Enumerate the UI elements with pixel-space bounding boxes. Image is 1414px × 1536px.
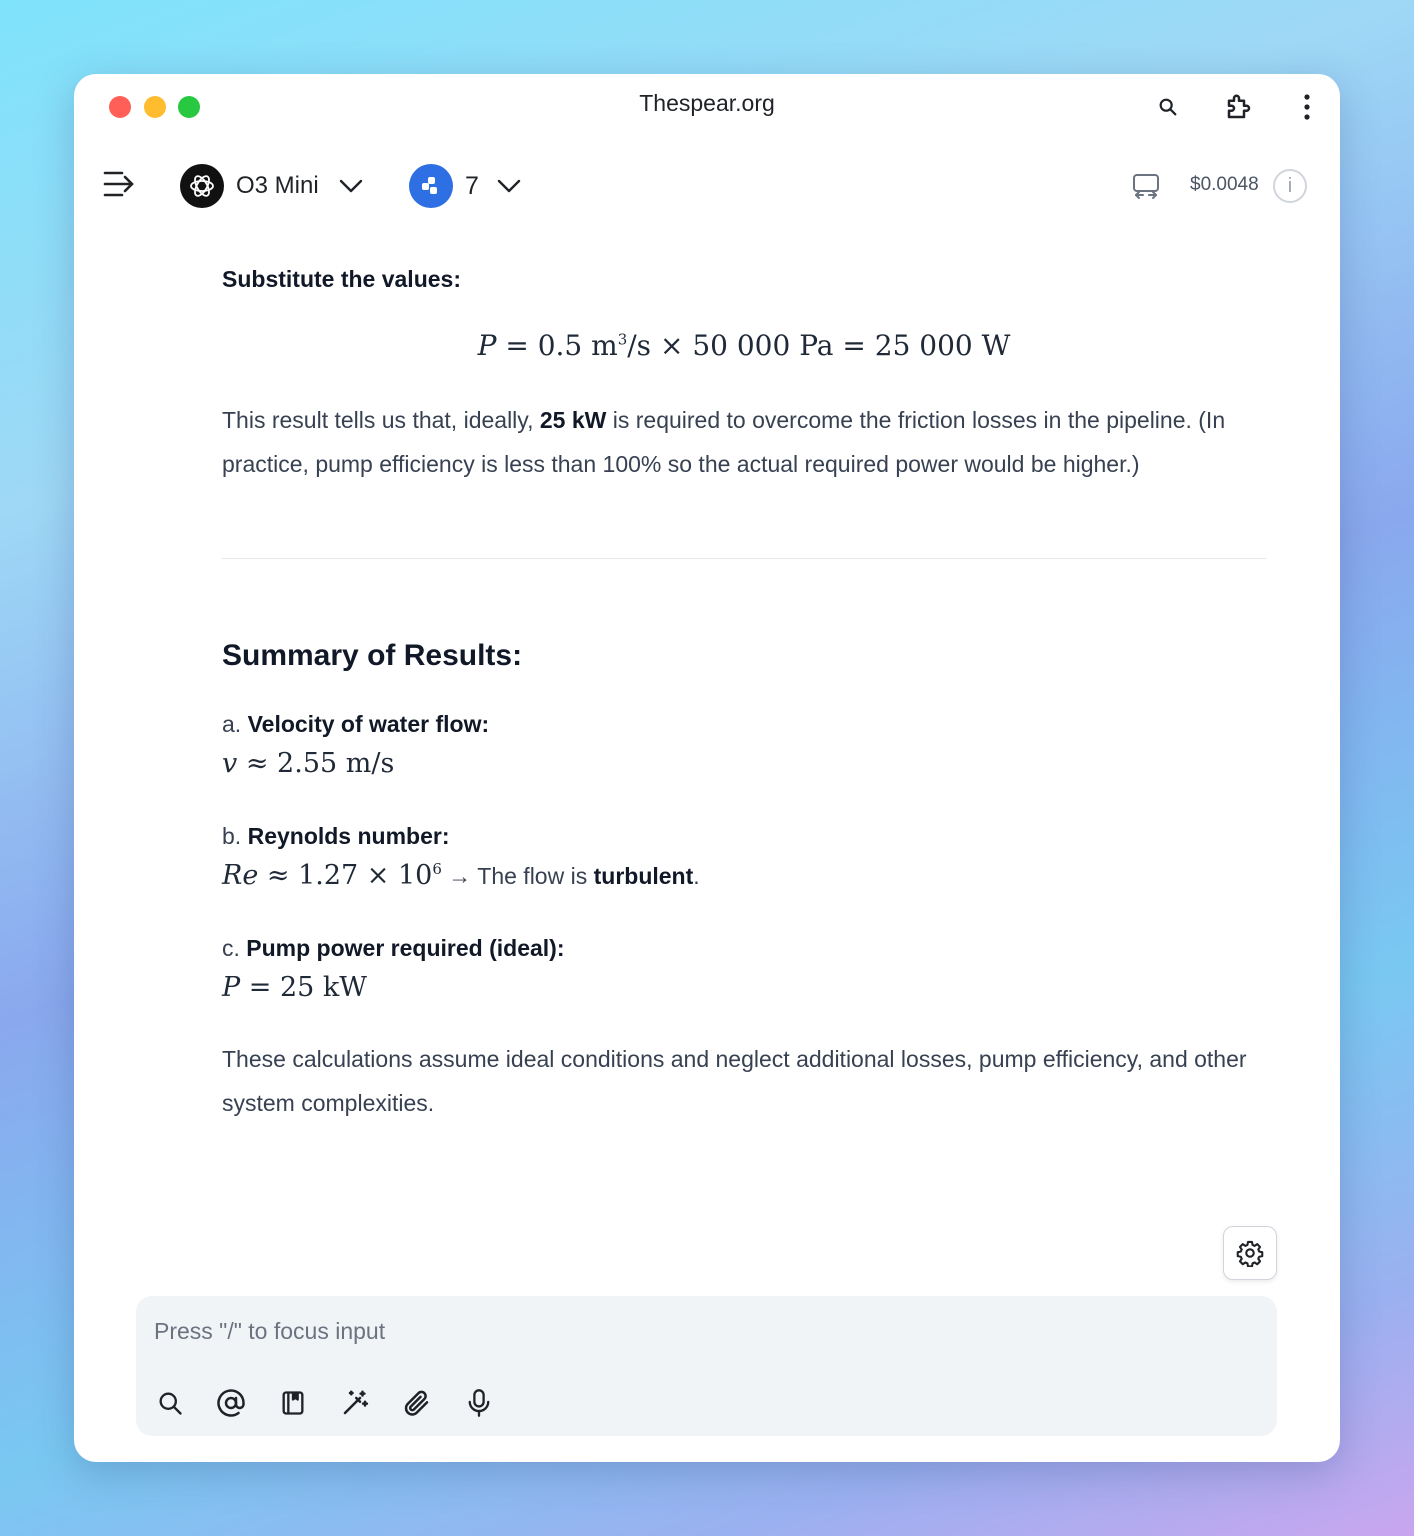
search-icon[interactable] xyxy=(1151,90,1185,124)
magic-wand-icon[interactable] xyxy=(338,1386,372,1420)
sidebar-toggle-icon[interactable] xyxy=(102,169,136,199)
settings-button[interactable] xyxy=(1223,1226,1277,1280)
cost-label: $0.0048 xyxy=(1190,174,1259,196)
eq-result: 25 000 W xyxy=(874,329,1011,362)
math-variable: P xyxy=(222,972,241,1003)
closing-paragraph: These calculations assume ideal conditio… xyxy=(222,1046,1247,1116)
eq-equals: = xyxy=(505,329,529,362)
cost-value: $0.0048 xyxy=(1190,174,1259,195)
attachment-icon[interactable] xyxy=(400,1386,434,1420)
math-variable: Re xyxy=(222,860,259,891)
summary-item-label: c. Pump power required (ideal): xyxy=(222,935,1266,962)
input-placeholder: Press "/" to focus input xyxy=(154,1318,386,1344)
math-exponent: 6 xyxy=(432,860,442,878)
eq-flow-exponent: 3 xyxy=(617,330,628,349)
eq-equals: = xyxy=(842,329,866,362)
chevron-down-icon xyxy=(497,179,521,193)
plugin-count: 7 xyxy=(465,171,479,200)
search-icon[interactable] xyxy=(153,1386,187,1420)
result-paragraph: This result tells us that, ideally, 25 k… xyxy=(222,398,1266,486)
title-bar: Thespear.org xyxy=(74,74,1340,138)
summary-item-math: v ≈ 2.55 m/s xyxy=(222,748,1266,779)
summary-item-math: Re ≈ 1.27 × 106 → The flow is turbulent. xyxy=(222,860,1266,891)
math-expression: ≈ 2.55 m/s xyxy=(237,748,395,779)
more-vertical-icon[interactable] xyxy=(1290,90,1324,124)
prompt-library-icon[interactable] xyxy=(276,1386,310,1420)
item-prefix: c. xyxy=(222,935,247,961)
extension-icon[interactable] xyxy=(1222,90,1256,124)
math-expression: = 25 kW xyxy=(240,972,368,1003)
summary-item-math: P = 25 kW xyxy=(222,972,1266,1003)
switch-window-icon[interactable] xyxy=(1131,172,1161,200)
text: → The flow is xyxy=(441,863,594,889)
eq-flow: 0.5 m xyxy=(537,329,618,362)
chat-toolbar: O3 Mini 7 $0.0048 i xyxy=(74,156,1340,216)
mention-icon[interactable] xyxy=(214,1386,248,1420)
chat-input[interactable]: Press "/" to focus input xyxy=(136,1296,1277,1436)
divider xyxy=(222,558,1266,559)
openai-logo-icon xyxy=(180,164,224,208)
microphone-icon[interactable] xyxy=(462,1386,496,1420)
text: This result tells us that, ideally, xyxy=(222,407,540,433)
text: . xyxy=(693,863,700,889)
info-button[interactable]: i xyxy=(1273,169,1307,203)
summary-heading: Summary of Results: xyxy=(222,639,523,672)
summary-item: a. Velocity of water flow: v ≈ 2.55 m/s xyxy=(222,711,1266,779)
plugins-selector[interactable]: 7 xyxy=(409,164,521,208)
chevron-down-icon xyxy=(339,179,363,193)
summary-item-label: b. Reynolds number: xyxy=(222,823,1266,850)
settings-gear-icon xyxy=(1236,1240,1264,1267)
bold-text: 25 kW xyxy=(539,407,607,433)
summary-item: c. Pump power required (ideal): P = 25 k… xyxy=(222,935,1266,1003)
math-variable: v xyxy=(222,748,238,779)
bold-text: turbulent xyxy=(593,863,694,889)
info-icon: i xyxy=(1273,169,1307,203)
substitute-heading: Substitute the values: xyxy=(222,266,461,292)
item-prefix: a. xyxy=(222,711,248,737)
summary-item: b. Reynolds number: Re ≈ 1.27 × 106 → Th… xyxy=(222,823,1266,891)
eq-times: × xyxy=(659,329,684,362)
item-prefix: b. xyxy=(222,823,248,849)
math-expression: ≈ 1.27 × 10 xyxy=(258,860,433,891)
eq-lhs: P xyxy=(477,329,497,362)
assistant-message: Substitute the values: P = 0.5 m3/s × 50… xyxy=(222,254,1266,1125)
item-title: Pump power required (ideal): xyxy=(246,935,565,961)
eq-flow-unit: /s xyxy=(627,329,652,362)
app-window: Thespear.org O3 Mini 7 $0.0048 i Substit… xyxy=(74,74,1340,1462)
power-equation: P = 0.5 m3/s × 50 000 Pa = 25 000 W xyxy=(222,329,1266,362)
eq-pressure: 50 000 Pa xyxy=(692,329,834,362)
item-title: Reynolds number: xyxy=(247,823,450,849)
summary-item-label: a. Velocity of water flow: xyxy=(222,711,1266,738)
item-title: Velocity of water flow: xyxy=(247,711,490,737)
model-selector[interactable]: O3 Mini xyxy=(180,164,363,208)
plugins-icon xyxy=(409,164,453,208)
model-name: O3 Mini xyxy=(236,172,319,199)
